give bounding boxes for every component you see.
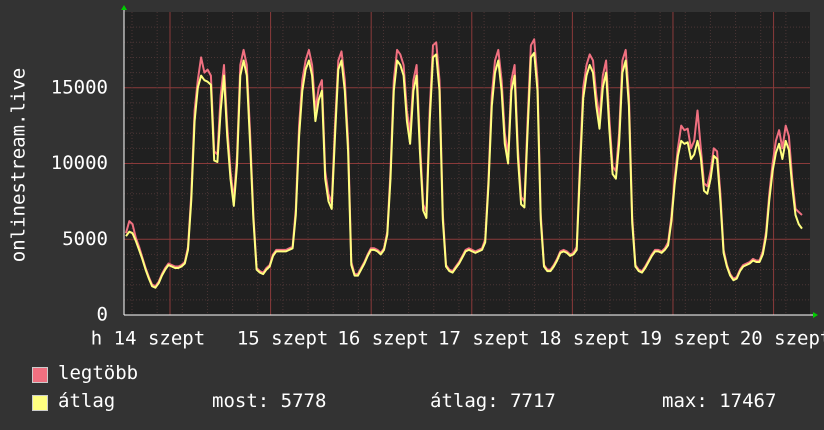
x-tick-label: 16 szept xyxy=(337,328,429,350)
stat-most: most: 5778 xyxy=(212,390,327,412)
y-tick-label: 5000 xyxy=(62,228,108,250)
x-tick-label: h 14 szept xyxy=(91,328,205,350)
y-tick-label: 15000 xyxy=(51,76,108,98)
y-tick-label: 10000 xyxy=(51,152,108,174)
y-tick-labels: 0 5000 10000 15000 xyxy=(51,76,108,325)
x-tick-label: 15 szept xyxy=(237,328,329,350)
stat-max: max: 17467 xyxy=(662,390,777,412)
x-axis-arrow xyxy=(813,312,818,318)
x-tick-label: 17 szept xyxy=(438,328,530,350)
legend-label-atlag: átlag xyxy=(58,390,116,412)
y-axis-label: onlinestream.live xyxy=(8,68,30,262)
x-tick-label: 20 szept xyxy=(740,328,824,350)
y-axis-arrow xyxy=(121,5,127,10)
stat-avg: átlag: 7717 xyxy=(430,390,556,412)
y-tick-label: 0 xyxy=(97,304,108,326)
x-tick-labels: h 14 szept 15 szept 16 szept 17 szept 18 sze… xyxy=(91,328,824,350)
legend-swatch-legtobb xyxy=(32,367,48,383)
x-tick-label: 18 szept xyxy=(539,328,631,350)
legend-label-legtobb: legtöbb xyxy=(58,362,139,384)
x-tick-label: 19 szept xyxy=(639,328,731,350)
legend-swatch-atlag xyxy=(32,395,48,411)
